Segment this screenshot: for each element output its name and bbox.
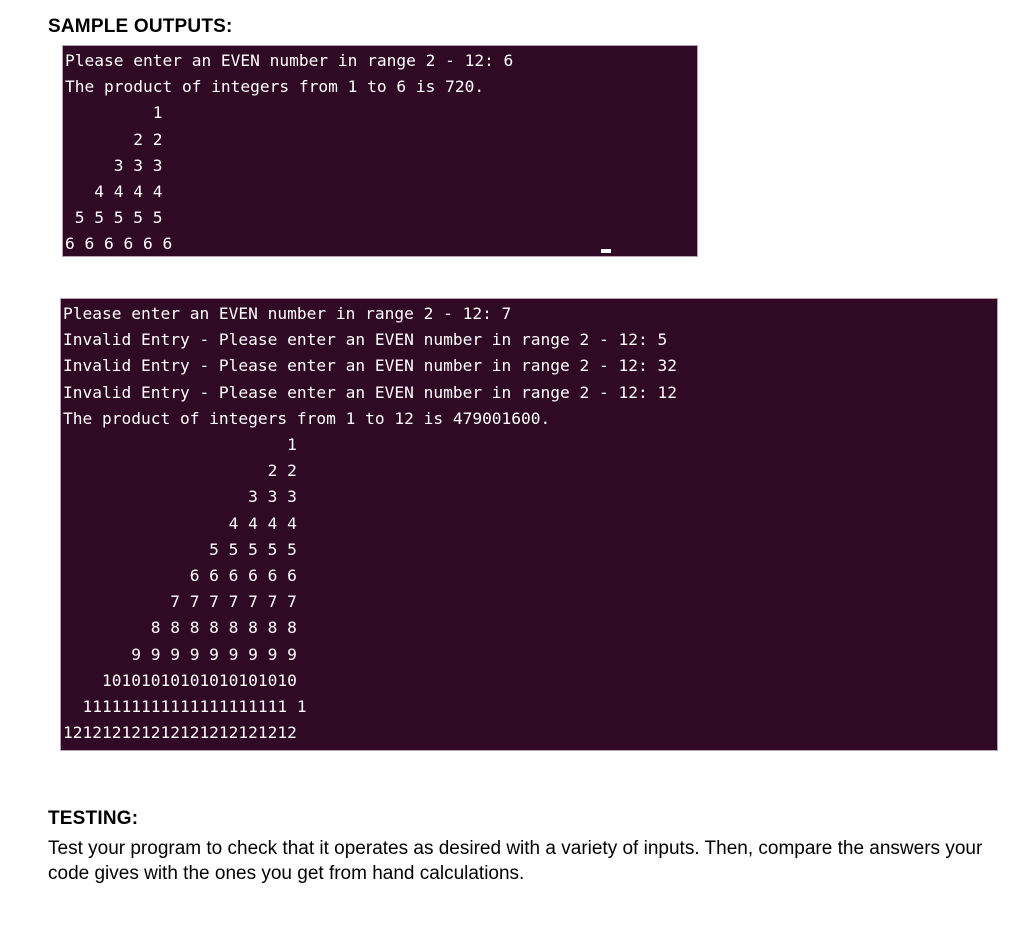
terminal-output-text: Please enter an EVEN number in range 2 -… [63,304,677,743]
terminal-window-first-sample[interactable]: Please enter an EVEN number in range 2 -… [62,45,698,257]
page-title-sample-outputs: SAMPLE OUTPUTS: [48,16,233,37]
terminal-output-text: Please enter an EVEN number in range 2 -… [65,51,514,254]
terminal-cursor [601,249,611,253]
terminal-window-second-sample[interactable]: Please enter an EVEN number in range 2 -… [60,298,998,751]
document-page: SAMPLE OUTPUTS: Please enter an EVEN num… [0,0,1024,933]
testing-paragraph: Test your program to check that it opera… [48,838,983,884]
page-title-testing: TESTING: [48,808,139,829]
